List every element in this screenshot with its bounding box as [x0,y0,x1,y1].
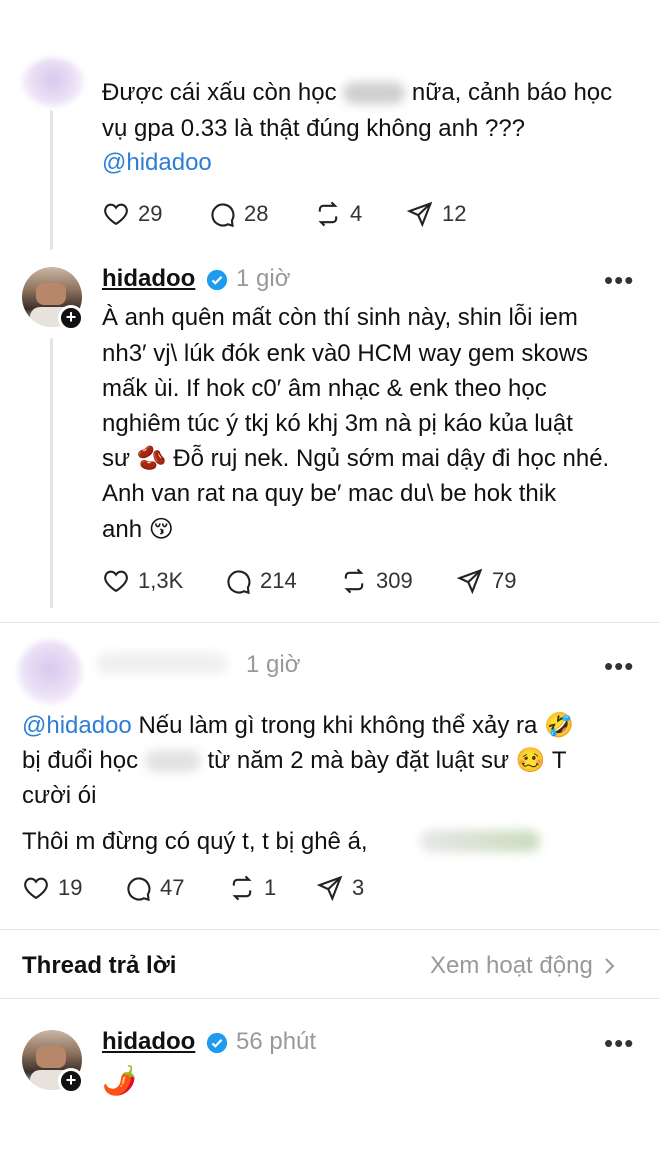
more-icon[interactable]: ••• [604,267,634,293]
username[interactable]: hidadoo [102,264,195,294]
divider [0,929,660,930]
post-time: 56 phút [236,1028,317,1055]
repost-button[interactable]: 1 [228,874,276,902]
verified-icon [206,269,228,291]
more-icon[interactable]: ••• [604,1030,634,1056]
blurred-username [96,652,228,674]
divider [0,998,660,999]
repost-icon [318,201,338,227]
share-count: 12 [442,201,467,226]
verified-icon [206,1032,228,1054]
blurred-text [420,830,540,852]
reply-text-line: nghiêm túc ý tkj kó khj 3m nà pị káo kủa… [102,410,573,437]
share-button[interactable]: 12 [406,200,466,228]
share-icon [456,568,483,595]
share-button[interactable]: 79 [456,567,516,595]
repost-count: 1 [264,875,277,900]
comment-text-part: từ năm 2 mà bày đặt luật sư 🥴 T [207,747,567,774]
comment-text-line: vụ gpa 0.33 là thật đúng không anh ??? [102,115,526,142]
reply-text-line: mấk ùi. If hok c0′ âm nhạc & enk theo họ… [102,375,547,402]
username[interactable]: hidadoo [102,1027,195,1057]
comment-text-part: Được cái xấu còn học [102,79,337,106]
like-count: 1,3K [138,568,184,593]
chevron-right-icon [605,958,615,974]
comment-text-part: bị đuổi học [22,747,139,774]
share-count: 3 [352,875,365,900]
comment-text-part: nữa, cảnh báo học [411,79,613,106]
comment-text-part: Nếu làm gì trong khi không thể xảy ra 🤣 [138,712,574,739]
comment-button[interactable]: 47 [124,874,184,902]
like-count: 29 [138,201,163,226]
share-icon [316,875,343,902]
comment-count: 28 [244,201,269,226]
comment-icon [227,570,251,595]
comment-icon [211,203,235,228]
blurred-text [144,750,201,772]
comment-button[interactable]: 28 [208,200,268,228]
blurred-text [343,82,406,104]
thread-replies-title: Thread trả lời [22,952,177,979]
comment-count: 47 [160,875,185,900]
comment-icon [127,877,151,902]
follow-plus-icon[interactable]: + [58,305,84,331]
commenter-avatar[interactable] [22,58,84,106]
share-button[interactable]: 3 [316,874,364,902]
reply-text: 🌶️ [102,1065,137,1096]
share-icon [406,201,433,228]
follow-plus-icon[interactable]: + [58,1068,84,1094]
view-activity-label: Xem hoạt động [430,952,593,979]
comment-text-line: cười ói [22,782,97,809]
comment-count: 214 [260,568,297,593]
thread-line [50,338,53,608]
mention-link[interactable]: @hidadoo [22,712,132,739]
like-button[interactable]: 19 [22,874,82,902]
comment-button[interactable]: 214 [224,567,297,595]
share-count: 79 [492,568,517,593]
reply-text-line: Anh van rat na quy be′ mac du\ be hok th… [102,480,557,507]
comment-text-line: @hidadoo Nếu làm gì trong khi không thể … [22,709,574,743]
comment-text-line: bị đuổi học từ năm 2 mà bày đặt luật sư … [22,744,567,778]
thread-line [50,110,53,250]
repost-button[interactable]: 4 [314,200,362,228]
repost-count: 4 [350,201,363,226]
heart-icon [104,203,128,226]
heart-icon [104,570,128,593]
reply-text-line: sư 🫘 Đỗ ruj nek. Ngủ sớm mai dậy đi học … [102,445,610,472]
more-icon[interactable]: ••• [604,653,634,679]
commenter-avatar[interactable] [18,640,82,704]
like-button[interactable]: 1,3K [102,567,183,595]
comment-text-line: Được cái xấu còn học nữa, cảnh báo học [102,76,612,110]
reply-text-line: À anh quên mất còn thí sinh này, shin lỗ… [102,304,578,331]
comment-text-line: Thôi m đừng có quý t, t bị ghê á, [22,825,368,859]
like-count: 19 [58,875,83,900]
avatar-face [36,283,66,305]
like-button[interactable]: 29 [102,200,162,228]
repost-button[interactable]: 309 [340,567,413,595]
divider [0,622,660,623]
post-time: 1 giờ [236,265,291,292]
heart-icon [24,877,48,900]
reply-text-line: anh 😚 [102,516,174,543]
post-time: 1 giờ [246,651,301,678]
avatar-face [36,1046,66,1068]
mention-link[interactable]: @hidadoo [102,146,212,180]
reply-text-line: nh3′ vj\ lúk đók enk và0 HCM way gem sko… [102,340,589,367]
comment-text-part: Thôi m đừng có quý t, t bị ghê á, [22,828,368,855]
repost-icon [232,875,252,901]
repost-count: 309 [376,568,413,593]
view-activity-link[interactable]: Xem hoạt động [430,952,617,980]
repost-icon [344,568,364,594]
